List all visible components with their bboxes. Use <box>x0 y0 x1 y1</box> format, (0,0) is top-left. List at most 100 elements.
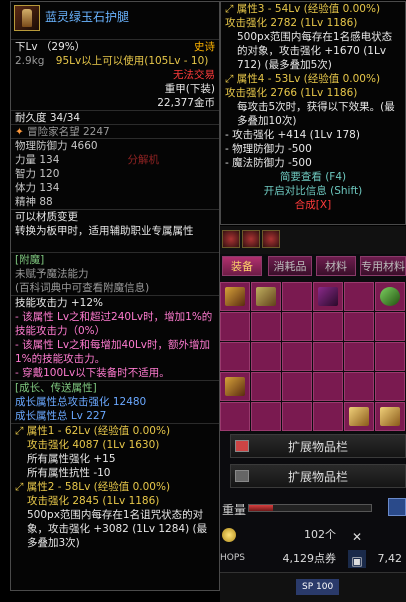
level-requirement: 95Lv以上可以使用(105Lv - 10) <box>55 55 209 67</box>
growth-arrow-icon: ⤢ <box>15 481 27 493</box>
tab-special-materials[interactable]: 专用材料 <box>360 256 406 276</box>
gold-count: 102个 <box>304 528 336 541</box>
tab-materials[interactable]: 材料 <box>316 256 356 276</box>
expand-icon <box>235 470 249 482</box>
attr3-title: ⤢ 属性3 - 54Lv (经验值 0.00%) <box>225 3 381 15</box>
rarity-label: 史诗 <box>194 41 215 53</box>
sp-label: SP 100 <box>296 579 340 595</box>
inventory-slot[interactable] <box>282 282 312 311</box>
attr1-line: 攻击强化 4087 (1Lv 1630) <box>27 439 160 451</box>
attr3-line: 攻击强化 2782 (1Lv 1186) <box>225 17 358 29</box>
durability-value: 耐久度 34/34 <box>15 112 81 124</box>
stat-line: 物理防御力 4660 <box>15 140 98 152</box>
gold-right-value: 7,42 <box>377 552 403 565</box>
shop-label: HOPS <box>220 553 245 563</box>
attr2-line: 500px范围内每存在1名诅咒状态的对象，攻击强化 +3082 (1Lv 128… <box>27 509 208 549</box>
inventory-slot[interactable] <box>251 312 281 341</box>
stat-line: 力量 134 分解机 <box>15 154 160 166</box>
tooltip-header: 蓝灵绿玉石护腿 <box>11 2 219 40</box>
attr2-section: ⤢ 属性2 - 58Lv (经验值 0.00%) 攻击强化 2845 (1Lv … <box>11 480 219 550</box>
inventory-slot[interactable] <box>313 312 343 341</box>
enchant-hint: (百科词典中可查看附魔信息) <box>15 282 150 294</box>
inventory-slot[interactable] <box>251 402 281 431</box>
inventory-slot[interactable] <box>375 312 405 341</box>
synth-link[interactable]: 合成[X] <box>221 198 405 212</box>
item-tooltip-continued: ⤢ 属性3 - 54Lv (经验值 0.00%) 攻击强化 2782 (1Lv … <box>220 1 406 225</box>
weight-meter <box>248 504 372 512</box>
inventory-slot[interactable] <box>344 312 374 341</box>
skill-title: 技能攻击力 +12% <box>15 297 103 309</box>
inventory-slot[interactable] <box>251 342 281 371</box>
points-row: HOPS 4,129点券 ▣ 7,42 <box>220 548 406 570</box>
growth-arrow-icon: ⤢ <box>225 3 237 15</box>
attr1-line: 所有属性抗性 -10 <box>27 467 111 479</box>
inventory-slot[interactable] <box>313 402 343 431</box>
growth-atk: 成长属性总攻击强化 12480 <box>15 396 147 408</box>
enchant-section: [附魔] 未赋予魔法能力 (百科词典中可查看附魔信息) <box>11 252 219 295</box>
inventory-slot[interactable] <box>251 372 281 401</box>
skill-line: - 该属性 Lv之和每增加40Lv时，额外增加1%的技能攻击力。 <box>15 339 210 365</box>
weight-label: 重量 <box>222 503 247 517</box>
tab-consumables[interactable]: 消耗品 <box>268 256 312 276</box>
item-name: 蓝灵绿玉石护腿 <box>45 10 130 24</box>
inventory-slot[interactable] <box>313 372 343 401</box>
inventory-slot[interactable] <box>344 282 374 311</box>
expand-inventory-button[interactable]: 扩展物品栏 <box>230 434 406 458</box>
growth-lv: 成长属性总 Lv 227 <box>15 410 107 422</box>
armor-type-label: 重甲(下装) <box>164 83 215 95</box>
attr1-section: ⤢ 属性1 - 62Lv (经验值 0.00%) 攻击强化 4087 (1Lv … <box>11 423 219 480</box>
attr1-line: 所有属性强化 +15 <box>27 453 116 465</box>
inventory-slot[interactable] <box>375 402 405 431</box>
growth-section: [成长、传送属性] 成长属性总攻击强化 12480 成长属性总 Lv 227 <box>11 380 219 423</box>
enchant-title: [附魔] <box>15 254 45 266</box>
quick-slot-icon[interactable] <box>242 230 260 248</box>
inventory-slot[interactable] <box>313 342 343 371</box>
inventory-slot[interactable] <box>375 372 405 401</box>
inventory-slot[interactable] <box>220 342 250 371</box>
tab-equipment[interactable]: 装备 <box>222 256 262 276</box>
compare-toggle-link[interactable]: 开启对比信息 (Shift) <box>221 184 405 198</box>
quick-slot-icon[interactable] <box>262 230 280 248</box>
attr4-line: - 攻击强化 +414 (1Lv 178) <box>225 129 360 141</box>
inventory-slot[interactable] <box>282 342 312 371</box>
inventory-slot[interactable] <box>344 342 374 371</box>
attr4-line: - 魔法防御力 -500 <box>225 157 312 169</box>
close-icon[interactable]: ✕ <box>348 526 366 544</box>
inventory-slot[interactable] <box>220 312 250 341</box>
inventory-slot[interactable] <box>282 402 312 431</box>
skill-line: - 该属性 Lv之和超过240Lv时，增加1%的技能攻击力（0%） <box>15 311 213 337</box>
slot-line: 下Lv （29%） <box>15 41 86 53</box>
inventory-slot[interactable] <box>313 282 343 311</box>
adventurer-fame: 冒险家名望 2247 <box>27 126 110 138</box>
expand-inventory-button[interactable]: 扩展物品栏 <box>230 464 406 488</box>
growth-arrow-icon: ⤢ <box>15 425 27 437</box>
decompose-watermark: 分解机 <box>127 154 160 166</box>
inventory-slot[interactable] <box>282 372 312 401</box>
attr2-line: 攻击强化 2845 (1Lv 1186) <box>27 495 160 507</box>
quick-icon-bar <box>220 226 406 254</box>
inventory-slot[interactable] <box>282 312 312 341</box>
brief-view-link[interactable]: 简要查看 (F4) <box>221 170 405 184</box>
cart-icon[interactable]: ▣ <box>348 550 366 568</box>
status-bar: SP 100 <box>220 572 406 602</box>
quick-slot-icon[interactable] <box>222 230 240 248</box>
search-button[interactable] <box>388 498 406 516</box>
inventory-slot[interactable] <box>220 402 250 431</box>
weight-row: 2.9kg 95Lv以上可以使用(105Lv - 10) <box>11 54 219 68</box>
sell-price: 22,377金币 <box>157 97 215 109</box>
inventory-slot[interactable] <box>375 342 405 371</box>
item-tooltip: 蓝灵绿玉石护腿 下Lv （29%） 史诗 2.9kg 95Lv以上可以使用(10… <box>10 1 220 591</box>
inventory-slot[interactable] <box>344 402 374 431</box>
inventory-slot[interactable] <box>220 372 250 401</box>
stat-line: 智力 120 <box>15 168 60 180</box>
inventory-slot[interactable] <box>251 282 281 311</box>
stat-list: 物理防御力 4660 力量 134 分解机 智力 120 体力 134 精神 88 <box>11 138 219 209</box>
inventory-slot[interactable] <box>375 282 405 311</box>
growth-arrow-icon: ⤢ <box>225 73 237 85</box>
weight-bar: 重量 <box>220 498 406 518</box>
inventory-slot[interactable] <box>344 372 374 401</box>
inventory-grid <box>220 282 406 432</box>
inventory-slot[interactable] <box>220 282 250 311</box>
attr3-line: 500px范围内每存在1名感电状态的对象，攻击强化 +1670 (1Lv 712… <box>237 31 393 71</box>
attr4-line: 攻击强化 2766 (1Lv 1186) <box>225 87 358 99</box>
